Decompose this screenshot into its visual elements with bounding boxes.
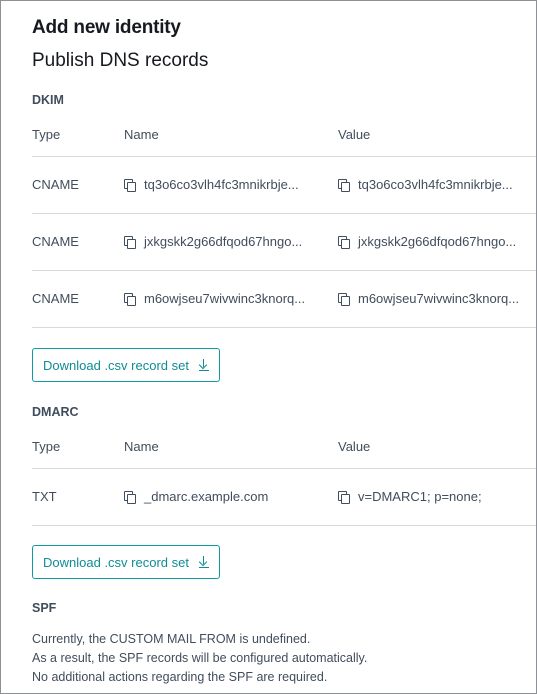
table-row: CNAME tq3o6co3vlh4fc3mnikrbje... tq3o6co… [32, 157, 536, 214]
record-name: tq3o6co3vlh4fc3mnikrbje... [124, 177, 299, 192]
record-type: CNAME [32, 291, 79, 306]
record-name: jxkgskk2g66dfqod67hngo... [124, 234, 302, 249]
column-header-type: Type [32, 127, 61, 142]
copy-icon[interactable] [124, 491, 136, 504]
download-icon [198, 359, 209, 371]
record-type: TXT [32, 489, 57, 504]
dmarc-section-label: DMARC [32, 405, 79, 419]
copy-icon[interactable] [338, 179, 350, 192]
copy-icon[interactable] [338, 293, 350, 306]
dkim-table: Type Name Value CNAME tq3o6co3vlh4fc3mni… [32, 116, 536, 328]
table-row: TXT _dmarc.example.com v=DMARC1; p=none; [32, 469, 536, 526]
table-row: CNAME jxkgskk2g66dfqod67hngo... jxkgskk2… [32, 214, 536, 271]
column-header-value: Value [338, 127, 371, 142]
dmarc-table: Type Name Value TXT _dmarc.example.com v… [32, 428, 536, 526]
copy-icon[interactable] [338, 491, 350, 504]
record-value: v=DMARC1; p=none; [338, 489, 482, 504]
copy-icon[interactable] [124, 293, 136, 306]
column-header-type: Type [32, 439, 61, 454]
record-name: _dmarc.example.com [124, 489, 268, 504]
dkim-section-label: DKIM [32, 93, 64, 107]
record-type: CNAME [32, 234, 79, 249]
spf-description: Currently, the CUSTOM MAIL FROM is undef… [32, 632, 368, 684]
record-value: jxkgskk2g66dfqod67hngo... [338, 234, 516, 249]
record-type: CNAME [32, 177, 79, 192]
dmarc-download-csv-button[interactable]: Download .csv record set [32, 545, 220, 579]
table-row: CNAME m6owjseu7wivwinc3knorq... m6owjseu… [32, 271, 536, 328]
dmarc-table-header: Type Name Value [32, 428, 536, 469]
record-value: m6owjseu7wivwinc3knorq... [338, 291, 519, 306]
record-value: tq3o6co3vlh4fc3mnikrbje... [338, 177, 513, 192]
page-title: Add new identity [32, 17, 181, 38]
record-name: m6owjseu7wivwinc3knorq... [124, 291, 305, 306]
copy-icon[interactable] [124, 236, 136, 249]
dkim-download-csv-button[interactable]: Download .csv record set [32, 348, 220, 382]
download-icon [198, 556, 209, 568]
add-identity-panel: Add new identity Publish DNS records DKI… [0, 0, 537, 694]
copy-icon[interactable] [338, 236, 350, 249]
column-header-name: Name [124, 127, 159, 142]
column-header-value: Value [338, 439, 371, 454]
copy-icon[interactable] [124, 179, 136, 192]
spf-section-label: SPF [32, 601, 57, 615]
page-subtitle: Publish DNS records [32, 50, 209, 71]
dkim-table-header: Type Name Value [32, 116, 536, 157]
column-header-name: Name [124, 439, 159, 454]
